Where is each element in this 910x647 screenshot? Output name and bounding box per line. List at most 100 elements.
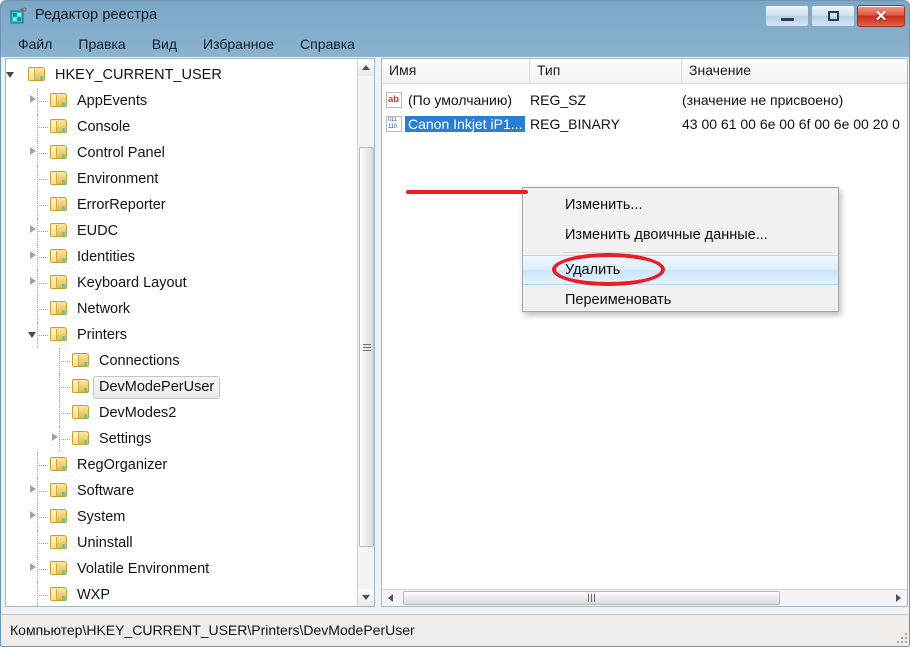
folder-icon — [50, 483, 67, 497]
triangle-right-icon — [30, 251, 36, 259]
table-row[interactable]: 011110 Canon Inkjet iP1... REG_BINARY 43… — [382, 112, 907, 136]
tree-expand-arrow-icon[interactable] — [28, 484, 40, 496]
tree-item-label: Volatile Environment — [71, 558, 215, 581]
tree-item-label: Network — [71, 298, 136, 321]
scroll-down-button[interactable] — [358, 589, 374, 606]
menu-view[interactable]: Вид — [149, 34, 190, 55]
folder-icon — [50, 535, 67, 549]
folder-icon — [50, 93, 67, 107]
window-title: Редактор реестра — [35, 7, 157, 23]
triangle-right-icon — [30, 95, 36, 103]
tree-item-devmodeperuser[interactable]: DevModePerUser — [6, 374, 358, 400]
context-menu-item-rename[interactable]: Переименовать — [523, 285, 838, 315]
tree-vertical-scrollbar[interactable] — [357, 59, 374, 606]
column-header-name[interactable]: Имя — [382, 59, 530, 83]
tree-expand-arrow-icon[interactable] — [50, 432, 62, 444]
tree-expand-arrow-icon[interactable] — [28, 94, 40, 106]
tree-item-hkey-current-user[interactable]: HKEY_CURRENT_USER — [6, 62, 358, 88]
tree-item-connections[interactable]: Connections — [6, 348, 358, 374]
tree-connector-line — [59, 387, 70, 388]
list-scroll-thumb[interactable] — [403, 591, 780, 605]
scroll-grip-icon — [363, 342, 371, 353]
tree-item-identities[interactable]: Identities — [6, 244, 358, 270]
menu-edit[interactable]: Правка — [75, 34, 138, 55]
tree-expand-arrow-icon[interactable] — [28, 510, 40, 522]
tree-item-label: Settings — [93, 428, 157, 451]
tree-item-label: HKEY_CURRENT_USER — [49, 64, 228, 87]
tree-item-wxp[interactable]: WXP — [6, 582, 358, 607]
tree-item-uninstall[interactable]: Uninstall — [6, 530, 358, 556]
triangle-down-icon — [28, 332, 36, 338]
tree-expand-arrow-icon[interactable] — [28, 276, 40, 288]
tree-item-label: Printers — [71, 324, 133, 347]
tree-item-software[interactable]: Software — [6, 478, 358, 504]
scroll-right-button[interactable] — [890, 590, 907, 606]
tree-item-label: Console — [71, 116, 136, 139]
resize-grip-icon[interactable] — [895, 631, 907, 643]
folder-icon — [50, 587, 67, 601]
tree-item-label: RegOrganizer — [71, 454, 173, 477]
menu-file[interactable]: Файл — [15, 34, 65, 55]
status-path: Компьютер\HKEY_CURRENT_USER\Printers\Dev… — [10, 622, 415, 638]
triangle-right-icon — [52, 433, 58, 441]
column-header-value[interactable]: Значение — [682, 59, 907, 83]
tree-item-errorreporter[interactable]: ErrorReporter — [6, 192, 358, 218]
tree-item-devmodes2[interactable]: DevModes2 — [6, 400, 358, 426]
tree-item-settings[interactable]: Settings — [6, 426, 358, 452]
value-data-cell: (значение не присвоено) — [682, 92, 907, 108]
registry-tree-pane[interactable]: HKEY_CURRENT_USERAppEventsConsoleControl… — [5, 58, 375, 607]
triangle-right-icon — [30, 485, 36, 493]
menu-favorites[interactable]: Избранное — [200, 34, 287, 55]
scroll-left-button[interactable] — [382, 590, 399, 606]
tree-item-eudc[interactable]: EUDC — [6, 218, 358, 244]
tree-item-environment[interactable]: Environment — [6, 166, 358, 192]
tree-item-label: Connections — [93, 350, 186, 373]
tree-expand-arrow-icon[interactable] — [28, 250, 40, 262]
folder-icon — [50, 119, 67, 133]
folder-icon — [50, 561, 67, 575]
folder-icon — [72, 379, 89, 393]
values-list-pane[interactable]: Имя Тип Значение ab (По умолчанию) REG_S… — [381, 58, 908, 607]
minimize-button[interactable] — [765, 5, 809, 27]
folder-icon — [50, 301, 67, 315]
tree-item-console[interactable]: Console — [6, 114, 358, 140]
tree-item-regorganizer[interactable]: RegOrganizer — [6, 452, 358, 478]
column-header-type[interactable]: Тип — [530, 59, 682, 83]
folder-icon — [50, 249, 67, 263]
maximize-button[interactable] — [811, 5, 855, 27]
tree-connector-line — [37, 465, 48, 466]
folder-icon — [50, 171, 67, 185]
close-button[interactable]: ✕ — [857, 5, 905, 27]
tree-scroll-thumb[interactable] — [359, 147, 374, 547]
tree-item-volatile-environment[interactable]: Volatile Environment — [6, 556, 358, 582]
tree-expand-arrow-icon[interactable] — [28, 146, 40, 158]
menu-bar: Файл Правка Вид Избранное Справка — [1, 32, 910, 57]
scroll-up-button[interactable] — [358, 59, 374, 76]
triangle-down-icon — [6, 72, 14, 78]
regedit-icon — [10, 7, 28, 25]
tree-connector-line — [37, 179, 48, 180]
tree-collapse-arrow-icon[interactable] — [6, 68, 18, 80]
tree-item-appevents[interactable]: AppEvents — [6, 88, 358, 114]
triangle-right-icon — [30, 277, 36, 285]
table-row[interactable]: ab (По умолчанию) REG_SZ (значение не пр… — [382, 88, 907, 112]
tree-item-control-panel[interactable]: Control Panel — [6, 140, 358, 166]
context-menu-item-modify[interactable]: Изменить... — [523, 190, 838, 220]
tree-item-system[interactable]: System — [6, 504, 358, 530]
context-menu-item-delete[interactable]: Удалить — [523, 255, 838, 285]
value-name-cell: ab (По умолчанию) — [382, 92, 530, 108]
tree-expand-arrow-icon[interactable] — [28, 224, 40, 236]
menu-help[interactable]: Справка — [297, 34, 368, 55]
tree-item-keyboard-layout[interactable]: Keyboard Layout — [6, 270, 358, 296]
context-menu-item-modify-binary[interactable]: Изменить двоичные данные... — [523, 220, 838, 250]
status-bar: Компьютер\HKEY_CURRENT_USER\Printers\Dev… — [1, 614, 910, 646]
tree-collapse-arrow-icon[interactable] — [28, 328, 40, 340]
tree-expand-arrow-icon[interactable] — [28, 562, 40, 574]
tree-item-network[interactable]: Network — [6, 296, 358, 322]
tree-item-label: ErrorReporter — [71, 194, 172, 217]
tree-item-printers[interactable]: Printers — [6, 322, 358, 348]
value-data-cell: 43 00 61 00 6e 00 6f 00 6e 00 20 0 — [682, 116, 907, 132]
list-horizontal-scrollbar[interactable] — [382, 589, 907, 606]
tree-item-label: Uninstall — [71, 532, 139, 555]
value-name-text: (По умолчанию) — [405, 92, 515, 108]
